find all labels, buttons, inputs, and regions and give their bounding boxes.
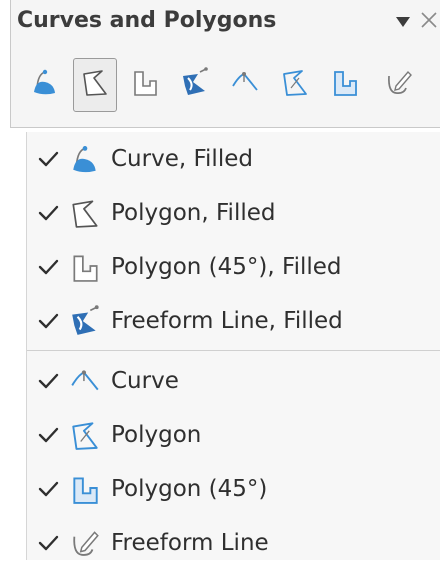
polygon-45-filled-icon [69, 250, 101, 284]
menu-item-label: Polygon, Filled [111, 200, 276, 226]
polygon-filled-icon [80, 66, 110, 104]
menu-item-label: Polygon [111, 422, 202, 448]
menu-item-freeform-line[interactable]: Freeform Line [27, 518, 440, 568]
checkmark-icon [35, 311, 61, 331]
menu-item-polygon-filled[interactable]: Polygon, Filled [27, 188, 440, 238]
freeform-line-icon [69, 526, 101, 560]
menu-item-curve[interactable]: Curve [27, 356, 440, 406]
checkmark-icon [35, 203, 61, 223]
menu-item-freeform-line-filled[interactable]: Freeform Line, Filled [27, 296, 440, 346]
menu-item-label: Curve, Filled [111, 146, 253, 172]
toolbar-title: Curves and Polygons [17, 8, 277, 33]
freeform-line-filled-icon [180, 66, 210, 104]
tool-button-polygon-45-filled[interactable] [123, 58, 167, 112]
polygon-45-filled-icon [130, 66, 160, 104]
freeform-line-filled-icon [69, 304, 101, 338]
curves-and-polygons-toolbar: Curves and Polygons [10, 0, 440, 128]
curve-icon [69, 364, 101, 398]
polygon-filled-icon [69, 196, 101, 230]
checkmark-icon [35, 257, 61, 277]
checkmark-icon [35, 149, 61, 169]
checkmark-icon [35, 479, 61, 499]
tool-button-row [11, 58, 440, 112]
menu-separator [27, 350, 440, 351]
tool-button-polygon[interactable] [273, 58, 317, 112]
curve-filled-icon [30, 66, 60, 104]
checkmark-icon [35, 533, 61, 553]
curve-filled-icon [69, 142, 101, 176]
checkmark-icon [35, 425, 61, 445]
polygon-icon [280, 66, 310, 104]
menu-item-polygon-45-filled[interactable]: Polygon (45°), Filled [27, 242, 440, 292]
menu-item-label: Polygon (45°) [111, 476, 268, 502]
tool-button-curve-filled[interactable] [23, 58, 67, 112]
tool-button-polygon-filled[interactable] [73, 58, 117, 112]
menu-item-polygon[interactable]: Polygon [27, 410, 440, 460]
menu-item-label: Polygon (45°), Filled [111, 254, 342, 280]
menu-item-label: Freeform Line [111, 530, 269, 556]
menu-item-polygon-45[interactable]: Polygon (45°) [27, 464, 440, 514]
tool-button-freeform-line[interactable] [377, 58, 421, 112]
toolbar-visible-buttons-menu: Curve, Filled Polygon, Filled Polygon (45°… [26, 132, 440, 560]
menu-item-label: Freeform Line, Filled [111, 308, 343, 334]
close-icon[interactable] [419, 10, 439, 30]
tool-button-curve[interactable] [223, 58, 267, 112]
menu-item-label: Curve [111, 368, 179, 394]
polygon-45-icon [330, 66, 360, 104]
tool-button-polygon-45[interactable] [323, 58, 367, 112]
polygon-icon [69, 418, 101, 452]
polygon-45-icon [69, 472, 101, 506]
freeform-line-icon [384, 66, 414, 104]
checkmark-icon [35, 371, 61, 391]
dropdown-arrow-icon[interactable] [395, 14, 411, 28]
tool-button-freeform-line-filled[interactable] [173, 58, 217, 112]
curve-icon [230, 66, 260, 104]
menu-item-curve-filled[interactable]: Curve, Filled [27, 134, 440, 184]
